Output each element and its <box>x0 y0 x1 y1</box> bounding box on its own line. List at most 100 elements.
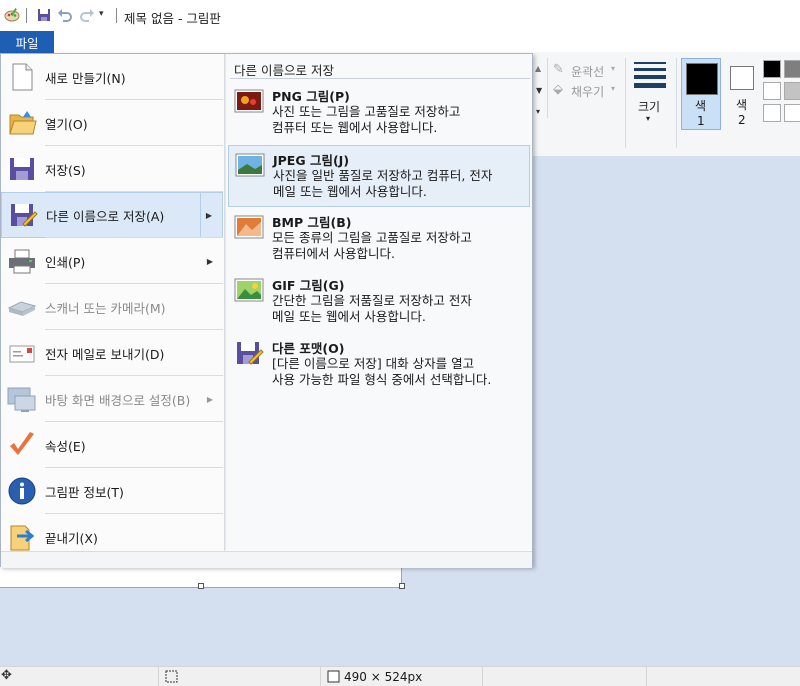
option-title: GIF 그림(G) <box>272 278 345 293</box>
paint-app-icon[interactable] <box>4 7 20 23</box>
option-title: JPEG 그림(J) <box>273 153 350 168</box>
menu-item-save[interactable]: 저장(S) <box>1 146 223 192</box>
menu-item-scanner[interactable]: 스캐너 또는 카메라(M) <box>1 284 223 330</box>
palette-swatch-empty[interactable] <box>763 104 781 122</box>
menu-item-about[interactable]: 그림판 정보(T) <box>1 468 223 514</box>
palette-swatch-white[interactable] <box>763 82 781 100</box>
open-folder-icon <box>9 111 37 135</box>
menu-item-save-as[interactable]: 다른 이름으로 저장(A) ▶ <box>1 192 223 238</box>
outline-dropdown-icon: ▾ <box>611 64 616 73</box>
menu-item-label: 새로 만들기(N) <box>45 70 126 86</box>
option-title: PNG 그림(P) <box>272 89 350 104</box>
window-title: 제목 없음 - 그림판 <box>124 11 221 26</box>
save-as-panel-title: 다른 이름으로 저장 <box>234 63 334 78</box>
quick-access-dropdown-icon[interactable]: ▾ <box>99 9 104 19</box>
option-description: 컴퓨터에서 사용합니다. <box>272 246 395 261</box>
new-file-icon <box>12 63 33 91</box>
color2-swatch <box>730 66 754 90</box>
png-image-icon <box>234 89 264 113</box>
ribbon: ▲ ▼ ▾ ✎ 윤곽선 ▾ ⬙ 채우기 ▾ 크기 ▾ 색 1 색 2 <box>533 52 800 157</box>
color2-button[interactable]: 색 2 <box>725 58 765 130</box>
menu-item-label: 스캐너 또는 카메라(M) <box>45 300 166 316</box>
submenu-arrow-icon: ▶ <box>205 210 212 220</box>
ribbon-tab-strip <box>54 31 800 54</box>
palette-swatch-empty[interactable] <box>784 104 800 122</box>
menu-item-set-desktop-background[interactable]: 바탕 화면 배경으로 설정(B) ▶ <box>1 376 223 422</box>
bmp-image-icon <box>234 215 264 239</box>
menu-item-properties[interactable]: 속성(E) <box>1 422 223 468</box>
checkmark-icon <box>10 432 34 455</box>
save-as-gif-option[interactable]: GIF 그림(G) 간단한 그림을 저품질로 저장하고 전자 메일 또는 웹에서… <box>228 271 530 333</box>
file-menu: 새로 만들기(N) 열기(O) 저장(S) 다른 이름으로 저장(A) ▶ 인쇄… <box>0 53 533 568</box>
menu-item-email[interactable]: 전자 메일로 보내기(D) <box>1 330 223 376</box>
size-button[interactable]: 크기 ▾ <box>631 58 671 128</box>
option-description: 컴퓨터 또는 웹에서 사용합니다. <box>272 120 438 135</box>
save-as-bmp-option[interactable]: BMP 그림(B) 모든 종류의 그림을 고품질로 저장하고 컴퓨터에서 사용합… <box>228 208 530 270</box>
fill-icon: ⬙ <box>553 82 563 97</box>
gif-image-icon <box>234 278 264 302</box>
save-as-icon <box>11 204 38 227</box>
size-dropdown-icon: ▾ <box>646 114 651 123</box>
menu-item-label: 다른 이름으로 저장(A) <box>46 208 165 224</box>
submenu-arrow-icon: ▶ <box>206 256 213 266</box>
option-title: 다른 포맷(O) <box>272 341 345 356</box>
save-icon[interactable] <box>36 7 52 23</box>
save-as-panel: 다른 이름으로 저장 PNG 그림(P) 사진 또는 그림을 고품질로 저장하고… <box>225 54 532 550</box>
exit-icon <box>10 525 35 551</box>
save-as-png-option[interactable]: PNG 그림(P) 사진 또는 그림을 고품질로 저장하고 컴퓨터 또는 웹에서… <box>228 82 530 144</box>
menu-item-new[interactable]: 새로 만들기(N) <box>1 54 223 100</box>
email-icon <box>9 345 35 363</box>
option-title: BMP 그림(B) <box>272 215 352 230</box>
status-bar: ✥ 490 × 524px <box>0 666 800 686</box>
color1-label: 색 <box>695 99 707 113</box>
file-menu-commands: 새로 만들기(N) 열기(O) 저장(S) 다른 이름으로 저장(A) ▶ 인쇄… <box>1 54 224 551</box>
size-label: 크기 <box>638 100 661 114</box>
option-description: 모든 종류의 그림을 고품질로 저장하고 <box>272 230 472 245</box>
menu-item-print[interactable]: 인쇄(P) ▶ <box>1 238 223 284</box>
outline-label[interactable]: 윤곽선 <box>571 63 604 80</box>
palette-swatch-lightgray[interactable] <box>784 82 800 100</box>
option-description: 사진 또는 그림을 고품질로 저장하고 <box>272 104 461 119</box>
title-bar: ▾ 제목 없음 - 그림판 <box>0 0 800 31</box>
menu-item-label: 저장(S) <box>45 162 86 178</box>
option-description: 사용 가능한 파일 형식 중에서 선택합니다. <box>272 372 492 387</box>
menu-item-label: 열기(O) <box>45 116 88 132</box>
save-icon <box>10 158 34 180</box>
color1-swatch <box>686 63 718 95</box>
outline-icon: ✎ <box>553 62 564 77</box>
fill-label[interactable]: 채우기 <box>571 83 604 100</box>
printer-icon <box>9 249 35 274</box>
color2-number: 2 <box>738 113 746 127</box>
info-icon <box>8 477 36 505</box>
option-description: 메일 또는 웹에서 사용합니다. <box>272 309 426 324</box>
palette-swatch-black[interactable] <box>763 60 781 78</box>
menu-item-label: 속성(E) <box>45 438 86 454</box>
redo-icon[interactable] <box>79 7 95 23</box>
option-description: 메일 또는 웹에서 사용합니다. <box>273 184 427 199</box>
desktop-background-icon <box>7 387 36 412</box>
menu-item-open[interactable]: 열기(O) <box>1 100 223 146</box>
save-as-other-format-option[interactable]: 다른 포맷(O) [다른 이름으로 저장] 대화 상자를 열고 사용 가능한 파… <box>228 334 530 396</box>
scroll-down-icon[interactable]: ▼ <box>536 86 542 95</box>
submenu-arrow-icon: ▶ <box>206 394 213 404</box>
menu-item-label: 전자 메일로 보내기(D) <box>45 346 165 362</box>
option-description: 사진을 일반 품질로 저장하고 컴퓨터, 전자 <box>273 168 493 183</box>
save-as-jpeg-option[interactable]: JPEG 그림(J) 사진을 일반 품질로 저장하고 컴퓨터, 전자 메일 또는… <box>228 145 530 207</box>
file-tab-label: 파일 <box>15 35 39 51</box>
menu-item-label: 인쇄(P) <box>45 254 86 270</box>
palette-swatch-gray[interactable] <box>784 60 800 78</box>
color1-button[interactable]: 색 1 <box>681 58 721 130</box>
resize-handle-corner[interactable] <box>399 583 405 589</box>
scroll-up-icon[interactable]: ▲ <box>535 64 541 73</box>
more-shapes-icon[interactable]: ▾ <box>536 107 540 116</box>
fill-dropdown-icon: ▾ <box>611 84 616 93</box>
color1-number: 1 <box>697 114 705 128</box>
resize-handle-bottom[interactable] <box>198 583 204 589</box>
menu-item-label: 그림판 정보(T) <box>45 484 124 500</box>
menu-item-label: 끝내기(X) <box>45 530 98 546</box>
file-menu-footer <box>1 551 532 568</box>
color2-label: 색 <box>736 98 748 112</box>
undo-icon[interactable] <box>57 7 73 23</box>
file-tab[interactable]: 파일 <box>0 31 54 53</box>
option-description: [다른 이름으로 저장] 대화 상자를 열고 <box>272 356 475 371</box>
